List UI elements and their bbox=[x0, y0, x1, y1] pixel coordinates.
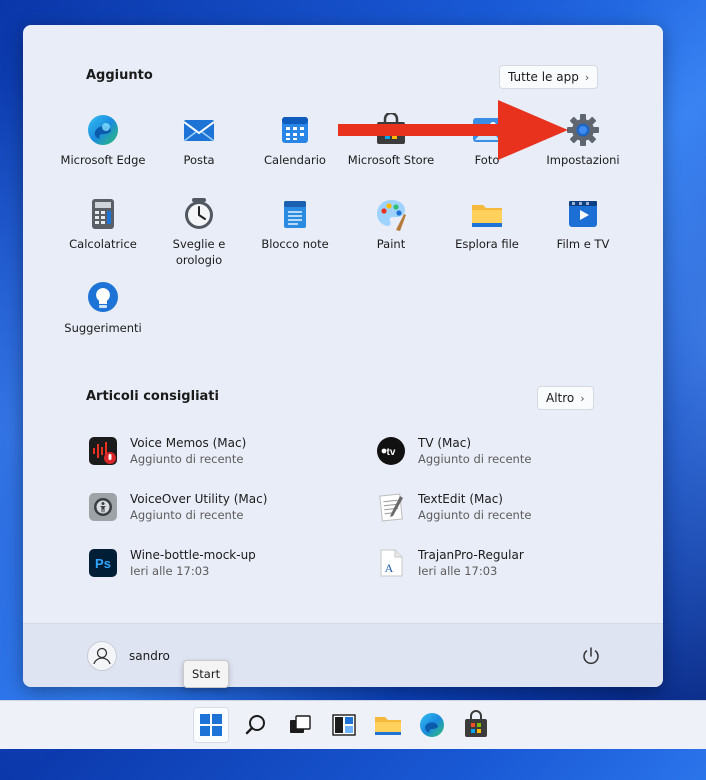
pinned-app-settings[interactable]: Impostazioni bbox=[535, 113, 631, 168]
start-icon bbox=[200, 714, 222, 736]
movies-icon bbox=[566, 197, 600, 231]
start-tooltip: Start bbox=[183, 660, 230, 688]
pinned-app-calculator[interactable]: Calcolatrice bbox=[55, 197, 151, 252]
edge-icon bbox=[86, 113, 120, 147]
pinned-title: Aggiunto bbox=[86, 68, 153, 83]
clock-icon bbox=[182, 197, 216, 231]
paint-icon bbox=[374, 197, 408, 231]
app-label: Suggerimenti bbox=[64, 321, 142, 335]
pinned-app-file-explorer[interactable]: Esplora file bbox=[439, 197, 535, 252]
power-button[interactable] bbox=[579, 644, 603, 668]
recommended-item[interactable]: Voice Memos (Mac) Aggiunto di recente bbox=[88, 431, 246, 471]
pinned-app-mail[interactable]: Posta bbox=[151, 113, 247, 168]
more-label: Altro bbox=[546, 391, 575, 405]
avatar bbox=[87, 641, 117, 671]
chevron-right-icon: › bbox=[584, 70, 590, 84]
app-label: Impostazioni bbox=[546, 153, 620, 167]
item-name: Wine-bottle-mock-up bbox=[130, 548, 256, 562]
tips-icon bbox=[86, 281, 120, 315]
taskbar-edge[interactable] bbox=[414, 707, 450, 743]
file-explorer-icon bbox=[375, 717, 401, 735]
chevron-right-icon: › bbox=[580, 391, 585, 405]
item-name: TrajanPro-Regular bbox=[418, 548, 524, 562]
edge-icon bbox=[420, 713, 444, 737]
item-name: VoiceOver Utility (Mac) bbox=[130, 492, 268, 506]
pinned-app-paint[interactable]: Paint bbox=[343, 197, 439, 252]
taskbar-task-view[interactable] bbox=[282, 707, 318, 743]
taskbar-widgets[interactable] bbox=[326, 707, 362, 743]
user-account[interactable]: sandro bbox=[87, 641, 170, 671]
store-icon bbox=[465, 710, 487, 737]
recommended-title: Articoli consigliati bbox=[86, 389, 219, 404]
pinned-app-movies[interactable]: Film e TV bbox=[535, 197, 631, 252]
recommended-item[interactable]: A TrajanPro-Regular Ieri alle 17:03 bbox=[376, 543, 524, 583]
item-subtitle: Aggiunto di recente bbox=[418, 452, 532, 466]
pinned-app-tips[interactable]: Suggerimenti bbox=[55, 281, 151, 336]
pinned-app-edge[interactable]: Microsoft Edge bbox=[55, 113, 151, 168]
app-label: Microsoft Edge bbox=[60, 153, 146, 167]
power-icon bbox=[583, 647, 599, 665]
pinned-app-clock[interactable]: Sveglie e orologio bbox=[151, 197, 247, 268]
voiceover-icon bbox=[88, 492, 118, 522]
taskbar-search[interactable] bbox=[238, 707, 274, 743]
store-icon bbox=[374, 111, 408, 147]
voice-memos-icon bbox=[88, 436, 118, 466]
username: sandro bbox=[129, 649, 170, 663]
app-label: Calcolatrice bbox=[69, 237, 137, 251]
app-label: Esplora file bbox=[455, 237, 519, 251]
item-subtitle: Ieri alle 17:03 bbox=[130, 564, 210, 578]
app-label: Calendario bbox=[264, 153, 326, 167]
item-name: TV (Mac) bbox=[418, 436, 472, 450]
app-label: Sveglie e orologio bbox=[172, 237, 226, 267]
recommended-item[interactable]: VoiceOver Utility (Mac) Aggiunto di rece… bbox=[88, 487, 267, 527]
photos-icon bbox=[470, 113, 504, 147]
svg-text:A: A bbox=[385, 561, 394, 575]
app-label: Blocco note bbox=[261, 237, 329, 251]
settings-icon bbox=[566, 113, 600, 147]
start-menu: Aggiunto Tutte le app › Microsoft Edge P… bbox=[23, 25, 663, 687]
photoshop-icon: Ps bbox=[88, 548, 118, 578]
pinned-app-photos[interactable]: Foto bbox=[439, 113, 535, 168]
svg-text:tv: tv bbox=[387, 447, 396, 458]
item-subtitle: Aggiunto di recente bbox=[130, 508, 244, 522]
widgets-icon bbox=[332, 714, 356, 736]
recommended-item[interactable]: TextEdit (Mac) Aggiunto di recente bbox=[376, 487, 531, 527]
app-label: Foto bbox=[474, 153, 500, 167]
item-name: Voice Memos (Mac) bbox=[130, 436, 247, 450]
item-subtitle: Aggiunto di recente bbox=[418, 508, 532, 522]
all-apps-label: Tutte le app bbox=[508, 70, 579, 84]
pinned-app-store[interactable]: Microsoft Store bbox=[343, 111, 439, 168]
taskbar-store[interactable] bbox=[458, 707, 494, 743]
mail-icon bbox=[182, 113, 216, 147]
folder-icon bbox=[470, 197, 504, 231]
svg-text:Ps: Ps bbox=[95, 556, 111, 571]
task-view-icon bbox=[290, 715, 311, 733]
recommended-item[interactable]: Ps Wine-bottle-mock-up Ieri alle 17:03 bbox=[88, 543, 256, 583]
pinned-app-notepad[interactable]: Blocco note bbox=[247, 197, 343, 252]
calendar-icon bbox=[278, 113, 312, 147]
font-file-icon: A bbox=[376, 548, 406, 578]
item-subtitle: Aggiunto di recente bbox=[130, 452, 244, 466]
start-button[interactable] bbox=[193, 707, 229, 743]
taskbar-file-explorer[interactable] bbox=[370, 707, 406, 743]
app-label: Paint bbox=[376, 237, 406, 251]
app-label: Posta bbox=[183, 153, 215, 167]
textedit-icon bbox=[376, 492, 406, 522]
recommended-item[interactable]: tv TV (Mac) Aggiunto di recente bbox=[376, 431, 531, 471]
more-button[interactable]: Altro › bbox=[537, 386, 594, 410]
calculator-icon bbox=[86, 197, 120, 231]
taskbar bbox=[0, 700, 706, 749]
search-icon bbox=[245, 715, 265, 735]
start-footer: sandro bbox=[23, 623, 663, 687]
notepad-icon bbox=[278, 197, 312, 231]
all-apps-button[interactable]: Tutte le app › bbox=[499, 65, 599, 89]
app-label: Film e TV bbox=[556, 237, 610, 251]
pinned-app-calendar[interactable]: Calendario bbox=[247, 113, 343, 168]
app-label: Microsoft Store bbox=[347, 153, 435, 167]
apple-tv-icon: tv bbox=[376, 436, 406, 466]
item-subtitle: Ieri alle 17:03 bbox=[418, 564, 498, 578]
item-name: TextEdit (Mac) bbox=[418, 492, 503, 506]
